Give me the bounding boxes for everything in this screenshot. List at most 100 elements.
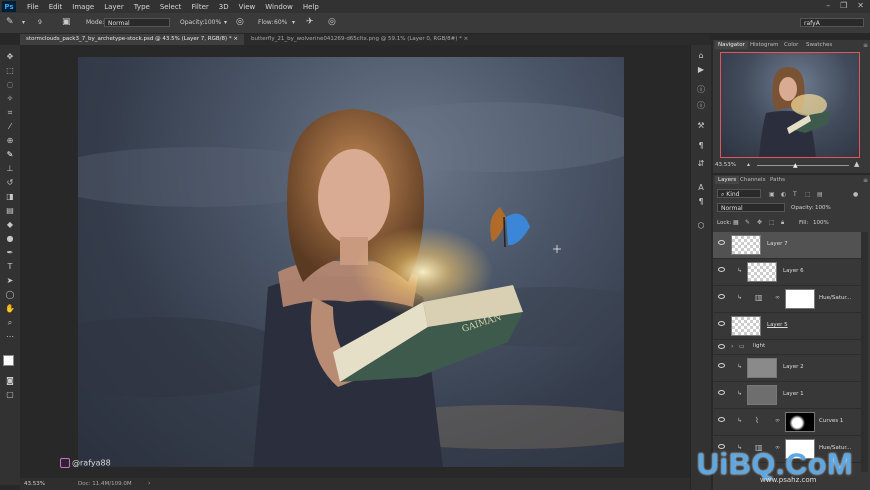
eyedropper-tool-icon[interactable]: ⁄ bbox=[3, 121, 17, 132]
foreground-color-swatch[interactable] bbox=[3, 355, 14, 366]
layer-row-layer-5[interactable]: Layer 5 bbox=[713, 313, 861, 340]
layer-row-layer-7[interactable]: Layer 7 bbox=[713, 232, 861, 259]
menu-3d[interactable]: 3D bbox=[219, 3, 229, 11]
document-canvas[interactable]: GAIMAN bbox=[78, 57, 624, 467]
quick-select-tool-icon[interactable]: ✧ bbox=[3, 93, 17, 104]
tab-swatches[interactable]: Swatches bbox=[803, 41, 835, 49]
filter-shape-icon[interactable]: ⬚ bbox=[805, 191, 811, 198]
chain-link-icon[interactable]: ∞ bbox=[775, 417, 780, 424]
more-tools-icon[interactable]: ⋯ bbox=[3, 331, 17, 342]
filter-pixel-icon[interactable]: ▣ bbox=[769, 191, 775, 198]
chevron-down-icon[interactable]: ▾ bbox=[224, 19, 227, 26]
crop-tool-icon[interactable]: ⌗ bbox=[3, 107, 17, 118]
hand-tool-icon[interactable]: ✋ bbox=[3, 303, 17, 314]
layer-name[interactable]: Layer 6 bbox=[783, 268, 804, 274]
menu-edit[interactable]: Edit bbox=[49, 3, 63, 11]
visibility-eye-icon[interactable] bbox=[718, 240, 725, 245]
clone-source-icon[interactable]: ⇵ bbox=[696, 159, 706, 169]
brush-size-value[interactable]: 9 bbox=[38, 19, 42, 26]
navigator-zoom-value[interactable]: 43.53% bbox=[715, 162, 736, 168]
info-panel-icon[interactable]: ⓘ bbox=[696, 85, 706, 95]
visibility-eye-icon[interactable] bbox=[718, 417, 725, 422]
gradient-tool-icon[interactable]: ▤ bbox=[3, 205, 17, 216]
lock-transparent-icon[interactable]: ▦ bbox=[733, 219, 739, 226]
brush-tool-icon[interactable]: ✎ bbox=[3, 149, 17, 160]
blur-tool-icon[interactable]: ◆ bbox=[3, 219, 17, 230]
paragraph-panel-icon[interactable]: ¶ bbox=[696, 141, 706, 151]
opacity-value[interactable]: 100% bbox=[204, 19, 221, 26]
layer-row-layer-2[interactable]: ↳ Layer 2 bbox=[713, 355, 861, 382]
quick-mask-icon[interactable]: ◙ bbox=[3, 375, 17, 386]
layer-name[interactable]: Curves 1 bbox=[819, 418, 843, 424]
menu-layer[interactable]: Layer bbox=[104, 3, 124, 11]
tab-close-icon[interactable]: × bbox=[233, 36, 238, 42]
layer-filter-select[interactable]: ⌕ Kind bbox=[717, 189, 761, 198]
visibility-eye-icon[interactable] bbox=[718, 321, 725, 326]
zoom-out-icon[interactable]: ▴ bbox=[747, 161, 750, 168]
clone-stamp-tool-icon[interactable]: ⊥ bbox=[3, 163, 17, 174]
lock-all-icon[interactable]: 🔒︎ bbox=[781, 219, 784, 227]
dodge-tool-icon[interactable]: ● bbox=[3, 233, 17, 244]
filter-adjustment-icon[interactable]: ◐ bbox=[781, 191, 786, 198]
dropdown-arrow-icon[interactable]: ▾ bbox=[22, 19, 25, 26]
character-panel-icon[interactable]: A bbox=[696, 183, 706, 193]
layers-scrollbar[interactable] bbox=[861, 232, 868, 472]
layer-mask-thumbnail[interactable] bbox=[785, 412, 815, 432]
fill-value[interactable]: 100% bbox=[813, 220, 829, 226]
menu-select[interactable]: Select bbox=[160, 3, 182, 11]
menu-window[interactable]: Window bbox=[265, 3, 293, 11]
zoom-slider-track[interactable] bbox=[757, 165, 849, 166]
menu-filter[interactable]: Filter bbox=[191, 3, 208, 11]
3d-panel-icon[interactable]: ⬡ bbox=[696, 221, 706, 231]
workspace-select[interactable]: rafyA bbox=[800, 18, 864, 27]
menu-view[interactable]: View bbox=[239, 3, 256, 11]
tab-layers[interactable]: Layers bbox=[715, 176, 740, 184]
panel-menu-icon[interactable]: ≡ bbox=[863, 42, 868, 49]
filter-toggle-icon[interactable]: ● bbox=[853, 191, 858, 198]
visibility-eye-icon[interactable] bbox=[718, 267, 725, 272]
path-select-tool-icon[interactable]: ➤ bbox=[3, 275, 17, 286]
history-brush-tool-icon[interactable]: ↺ bbox=[3, 177, 17, 188]
airbrush-icon[interactable]: ✈ bbox=[306, 17, 314, 27]
tab-navigator[interactable]: Navigator bbox=[715, 41, 748, 49]
navigator-preview[interactable] bbox=[720, 52, 860, 158]
pen-tool-icon[interactable]: ✒ bbox=[3, 247, 17, 258]
layer-row-hue-saturation[interactable]: ↳ ▥ ∞ Hue/Satur... bbox=[713, 286, 861, 313]
status-arrow-icon[interactable]: › bbox=[148, 480, 150, 487]
layer-row-layer-6[interactable]: ↳ Layer 6 bbox=[713, 259, 861, 286]
visibility-eye-icon[interactable] bbox=[718, 390, 725, 395]
healing-brush-tool-icon[interactable]: ⊕ bbox=[3, 135, 17, 146]
screen-mode-icon[interactable]: ▢ bbox=[3, 389, 17, 400]
brush-tool-preset-icon[interactable]: ✎ bbox=[6, 17, 14, 27]
tab-paths[interactable]: Paths bbox=[767, 176, 788, 184]
layer-name[interactable]: Layer 5 bbox=[767, 322, 788, 328]
menu-file[interactable]: File bbox=[27, 3, 39, 11]
visibility-eye-icon[interactable] bbox=[718, 344, 725, 349]
layer-mask-thumbnail[interactable] bbox=[785, 289, 815, 309]
close-icon[interactable]: ✕ bbox=[857, 1, 864, 10]
layer-row-layer-1[interactable]: ↳ Layer 1 bbox=[713, 382, 861, 409]
maximize-icon[interactable]: ❐ bbox=[840, 1, 847, 10]
layer-name[interactable]: Hue/Satur... bbox=[819, 295, 851, 301]
glyphs-panel-icon[interactable]: ¶ bbox=[696, 197, 706, 207]
minimize-icon[interactable]: – bbox=[826, 1, 830, 10]
menu-type[interactable]: Type bbox=[134, 3, 150, 11]
zoom-slider-handle[interactable]: ▲ bbox=[793, 162, 798, 169]
layer-group-light[interactable]: › ▭ light bbox=[713, 340, 861, 355]
marquee-tool-icon[interactable]: ⬚ bbox=[3, 65, 17, 76]
brush-panel-icon[interactable]: ▣ bbox=[62, 17, 71, 27]
brush-settings-icon[interactable]: ⚒ bbox=[696, 121, 706, 131]
tab-stormclouds-doc[interactable]: stormclouds_pack3_7_by_archetype-stock.p… bbox=[20, 34, 245, 45]
menu-help[interactable]: Help bbox=[303, 3, 319, 11]
layer-row-curves-1[interactable]: ↳ ⌇ ∞ Curves 1 bbox=[713, 409, 861, 436]
status-zoom[interactable]: 43.53% bbox=[24, 481, 45, 487]
expand-arrow-icon[interactable]: › bbox=[731, 343, 733, 350]
layer-name[interactable]: Layer 2 bbox=[783, 364, 804, 370]
lock-artboard-icon[interactable]: ⬚ bbox=[769, 219, 775, 226]
visibility-eye-icon[interactable] bbox=[718, 363, 725, 368]
type-tool-icon[interactable]: T bbox=[3, 261, 17, 272]
pressure-opacity-icon[interactable]: ◎ bbox=[236, 17, 244, 27]
mode-select[interactable]: Normal bbox=[104, 18, 170, 27]
filter-smart-object-icon[interactable]: ▤ bbox=[817, 191, 823, 198]
lasso-tool-icon[interactable]: ◌ bbox=[3, 79, 17, 90]
